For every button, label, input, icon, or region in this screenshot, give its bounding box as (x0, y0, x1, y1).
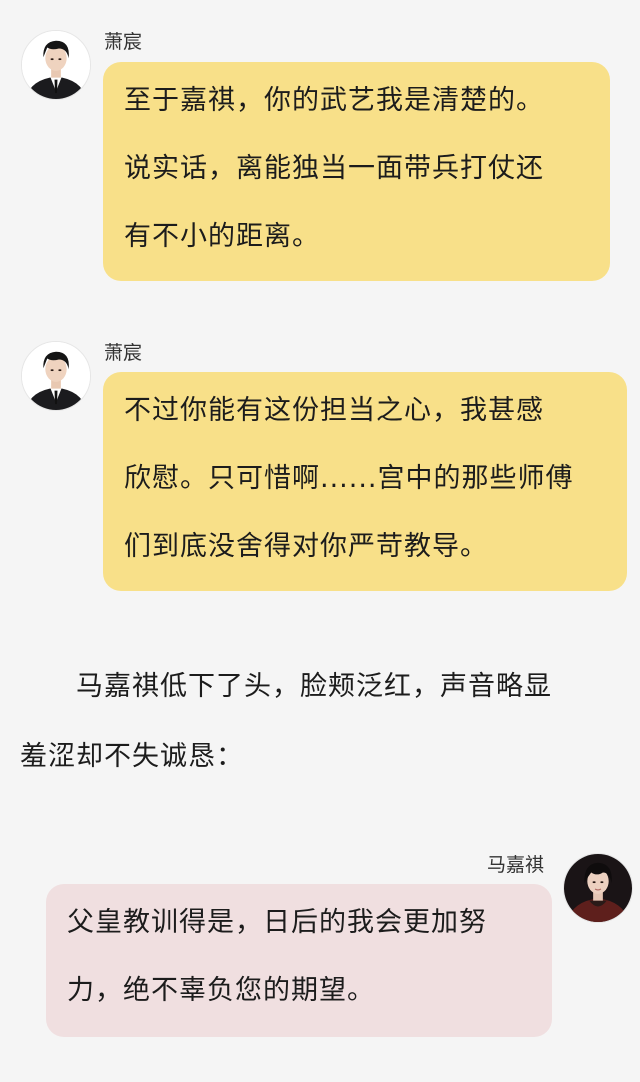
narration-line: 羞涩却不失诚恳： (20, 741, 244, 772)
narration-text: 马嘉祺低下了头，脸颊泛红，声音略显 羞涩却不失诚恳： (20, 652, 620, 792)
message-bubble: 至于嘉祺，你的武艺我是清楚的。 说实话，离能独当一面带兵打仗还 有不小的距离。 (103, 62, 610, 281)
message-bubble: 不过你能有这份担当之心，我甚感 欣慰。只可惜啊......宫中的那些师傅 们到底… (103, 372, 627, 591)
chat-screen: 萧宸 至于嘉祺，你的武艺我是清楚的。 说实话，离能独当一面带兵打仗还 有不小的距… (0, 0, 640, 1082)
sender-name: 萧宸 (104, 31, 143, 53)
man-suit-portrait-icon[interactable] (21, 341, 91, 411)
message-line: 至于嘉祺，你的武艺我是清楚的。 (124, 85, 544, 116)
message-line: 说实话，离能独当一面带兵打仗还 (124, 153, 544, 184)
sender-name: 萧宸 (104, 342, 143, 364)
message-line: 有不小的距离。 (124, 221, 320, 252)
young-man-portrait-icon[interactable] (563, 853, 633, 923)
man-suit-portrait-icon[interactable] (21, 30, 91, 100)
message-line: 们到底没舍得对你严苛教导。 (124, 531, 488, 562)
narration-line: 马嘉祺低下了头，脸颊泛红，声音略显 (20, 671, 552, 702)
message-line: 欣慰。只可惜啊......宫中的那些师傅 (124, 463, 574, 494)
sender-name: 马嘉祺 (487, 854, 545, 876)
message-line: 父皇教训得是，日后的我会更加努 (67, 907, 487, 938)
message-line: 力，绝不辜负您的期望。 (67, 975, 375, 1006)
message-line: 不过你能有这份担当之心，我甚感 (124, 395, 544, 426)
message-bubble: 父皇教训得是，日后的我会更加努 力，绝不辜负您的期望。 (46, 884, 552, 1037)
